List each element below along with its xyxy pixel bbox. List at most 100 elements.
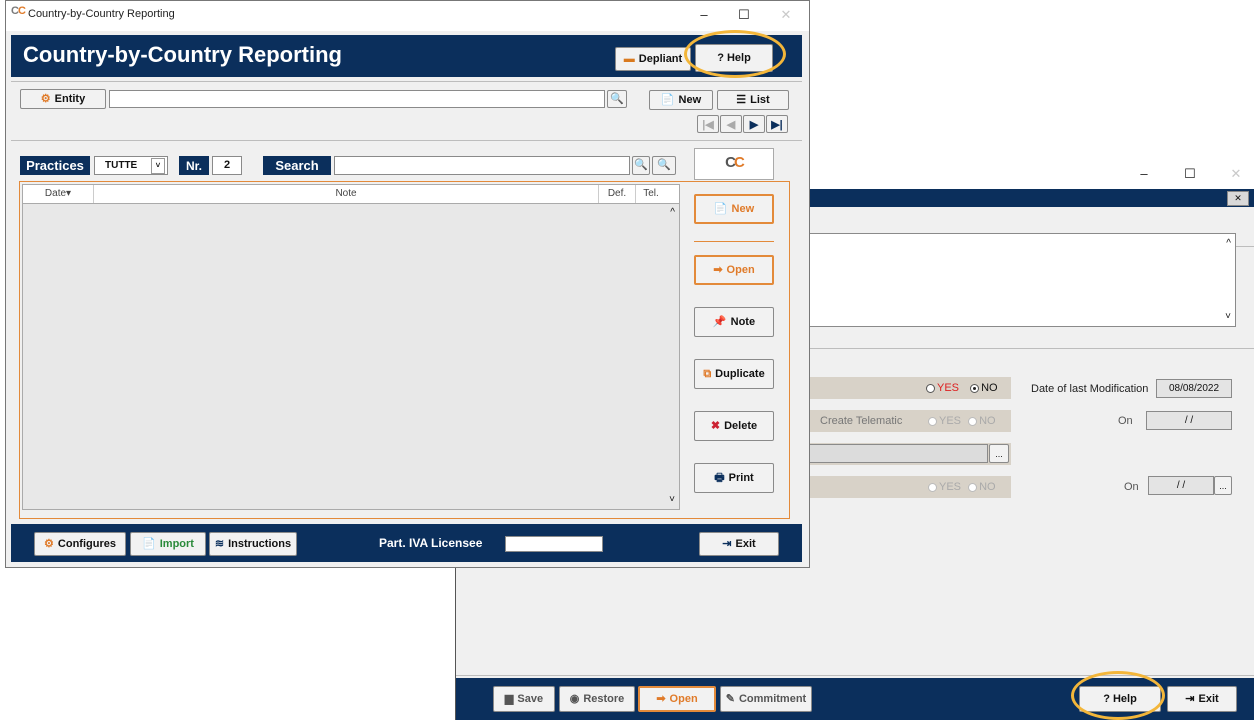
open-icon: ➡ bbox=[713, 263, 723, 276]
minimize-icon[interactable]: – bbox=[1124, 162, 1164, 186]
exit-button[interactable]: ⇥ Exit bbox=[1167, 686, 1237, 712]
no-label: NO bbox=[979, 415, 996, 427]
yes-radio[interactable] bbox=[928, 482, 937, 492]
minimize-icon[interactable]: – bbox=[684, 3, 724, 27]
divider bbox=[11, 140, 802, 141]
new-entity-button[interactable]: 📄 New bbox=[649, 90, 713, 110]
yes-label: YES bbox=[939, 415, 962, 427]
restore-button[interactable]: ◉ Restore bbox=[559, 686, 635, 712]
no-radio[interactable] bbox=[968, 482, 978, 492]
open-practice-button[interactable]: ➡ Open bbox=[694, 255, 774, 285]
no-label: NO bbox=[981, 382, 998, 394]
browse-button[interactable]: ... bbox=[989, 444, 1009, 463]
yes-radio[interactable] bbox=[926, 383, 935, 393]
main-titlebar: CC Country-by-Country Reporting – ☐ ✕ bbox=[6, 1, 809, 31]
on-label: On bbox=[1118, 415, 1133, 427]
on-date-field: / / bbox=[1148, 476, 1214, 495]
scroll-down-icon[interactable]: ˅ bbox=[669, 494, 675, 505]
configures-button[interactable]: ⚙ Configures bbox=[34, 532, 126, 556]
entity-button[interactable]: ⚙ Entity bbox=[20, 89, 106, 109]
first-record-icon[interactable]: |◀ bbox=[697, 115, 719, 133]
create-telematic-label: Create Telematic bbox=[820, 415, 903, 427]
entity-input[interactable] bbox=[109, 90, 605, 108]
help-highlight-circle bbox=[684, 30, 786, 78]
no-label: NO bbox=[979, 481, 996, 493]
prev-record-icon[interactable]: ◀ bbox=[720, 115, 742, 133]
list-icon: ☰ bbox=[736, 93, 747, 106]
cc-logo-box: CC bbox=[694, 148, 774, 180]
search-icon: 🔍 bbox=[634, 159, 648, 171]
record-nav: |◀ ◀ ▶ ▶| bbox=[697, 115, 789, 133]
close-small-icon[interactable]: ✕ bbox=[1227, 191, 1249, 206]
licensee-input[interactable] bbox=[505, 536, 603, 552]
licensee-label: Part. IVA Licensee bbox=[379, 536, 483, 550]
col-date[interactable]: Date▾ bbox=[23, 185, 94, 203]
print-button[interactable]: 🖶 Print bbox=[694, 463, 774, 493]
printer-icon: 🖶 bbox=[714, 471, 725, 484]
search-input[interactable] bbox=[334, 156, 630, 175]
scroll-down-icon[interactable]: ˅ bbox=[1225, 311, 1231, 322]
search-button[interactable]: 🔍 bbox=[632, 156, 650, 175]
delete-button[interactable]: ✖ Delete bbox=[694, 411, 774, 441]
save-button[interactable]: ▆ Save bbox=[493, 686, 555, 712]
date-modification-field: 08/08/2022 bbox=[1156, 379, 1232, 398]
advanced-search-button[interactable]: 🔍 bbox=[652, 156, 676, 175]
import-icon: 📄 bbox=[142, 537, 156, 550]
date-modification-label: Date of last Modification bbox=[1031, 383, 1149, 395]
sort-down-icon: ▾ bbox=[66, 188, 72, 199]
on-label: On bbox=[1124, 481, 1139, 493]
main-footer: ⚙ Configures 📄 Import ≋ Instructions Part. … bbox=[11, 524, 802, 562]
gear-icon: ⚙ bbox=[44, 537, 54, 550]
practices-label: Practices bbox=[20, 156, 90, 175]
open-button[interactable]: ➡ Open bbox=[638, 686, 716, 712]
save-icon: ▆ bbox=[504, 692, 514, 705]
exit-icon: ⇥ bbox=[722, 537, 732, 550]
no-radio[interactable] bbox=[968, 416, 978, 426]
col-tel[interactable]: Tel. bbox=[636, 185, 666, 203]
close-icon[interactable]: ✕ bbox=[1216, 162, 1254, 186]
yes-label: YES bbox=[939, 481, 962, 493]
double-search-icon: 🔍 bbox=[657, 159, 671, 171]
depliant-button[interactable]: ▬ Depliant bbox=[615, 47, 691, 71]
divider bbox=[11, 81, 802, 82]
nr-label: Nr. bbox=[179, 156, 209, 175]
browse-button[interactable]: ... bbox=[1214, 476, 1232, 495]
pin-icon: 📌 bbox=[712, 315, 727, 328]
duplicate-icon: ⧉ bbox=[703, 367, 712, 380]
list-button[interactable]: ☰ List bbox=[717, 90, 789, 110]
gear-icon: ⚙ bbox=[40, 92, 51, 105]
new-practice-button[interactable]: 📄 New bbox=[694, 194, 774, 224]
new-doc-icon: 📄 bbox=[660, 93, 675, 106]
entity-search-button[interactable]: 🔍 bbox=[607, 90, 627, 108]
col-note[interactable]: Note bbox=[94, 185, 599, 203]
duplicate-button[interactable]: ⧉ Duplicate bbox=[694, 359, 774, 389]
next-record-icon[interactable]: ▶ bbox=[743, 115, 765, 133]
maximize-icon[interactable]: ☐ bbox=[1170, 162, 1210, 186]
nr-input[interactable]: 2 bbox=[212, 156, 242, 175]
window-title: Country-by-Country Reporting bbox=[28, 8, 175, 20]
close-icon[interactable]: ✕ bbox=[766, 3, 806, 27]
scroll-up-icon[interactable]: ^ bbox=[670, 207, 675, 218]
book-icon: ▬ bbox=[623, 52, 635, 65]
table-header: Date▾ Note Def. Tel. bbox=[23, 185, 679, 204]
scroll-up-icon[interactable]: ^ bbox=[1226, 238, 1231, 249]
app-logo-icon: CC bbox=[11, 5, 26, 17]
search-label: Search bbox=[263, 156, 331, 175]
exit-button[interactable]: ⇥ Exit bbox=[699, 532, 779, 556]
col-def[interactable]: Def. bbox=[599, 185, 636, 203]
open-icon: ➡ bbox=[656, 692, 666, 705]
exit-icon: ⇥ bbox=[1185, 692, 1195, 705]
note-button[interactable]: 📌 Note bbox=[694, 307, 774, 337]
commitment-button[interactable]: ✎ Commitment bbox=[720, 686, 812, 712]
yes-no-group-3: YES NO bbox=[928, 481, 996, 493]
pen-icon: ✎ bbox=[725, 692, 735, 705]
maximize-icon[interactable]: ☐ bbox=[724, 3, 764, 27]
practices-select[interactable]: TUTTE ˅ bbox=[94, 156, 168, 175]
no-radio[interactable] bbox=[970, 383, 980, 393]
last-record-icon[interactable]: ▶| bbox=[766, 115, 788, 133]
yes-radio[interactable] bbox=[928, 416, 937, 426]
on-date-field: / / bbox=[1146, 411, 1232, 430]
import-button[interactable]: 📄 Import bbox=[130, 532, 206, 556]
instructions-button[interactable]: ≋ Instructions bbox=[209, 532, 297, 556]
restore-icon: ◉ bbox=[569, 692, 580, 705]
